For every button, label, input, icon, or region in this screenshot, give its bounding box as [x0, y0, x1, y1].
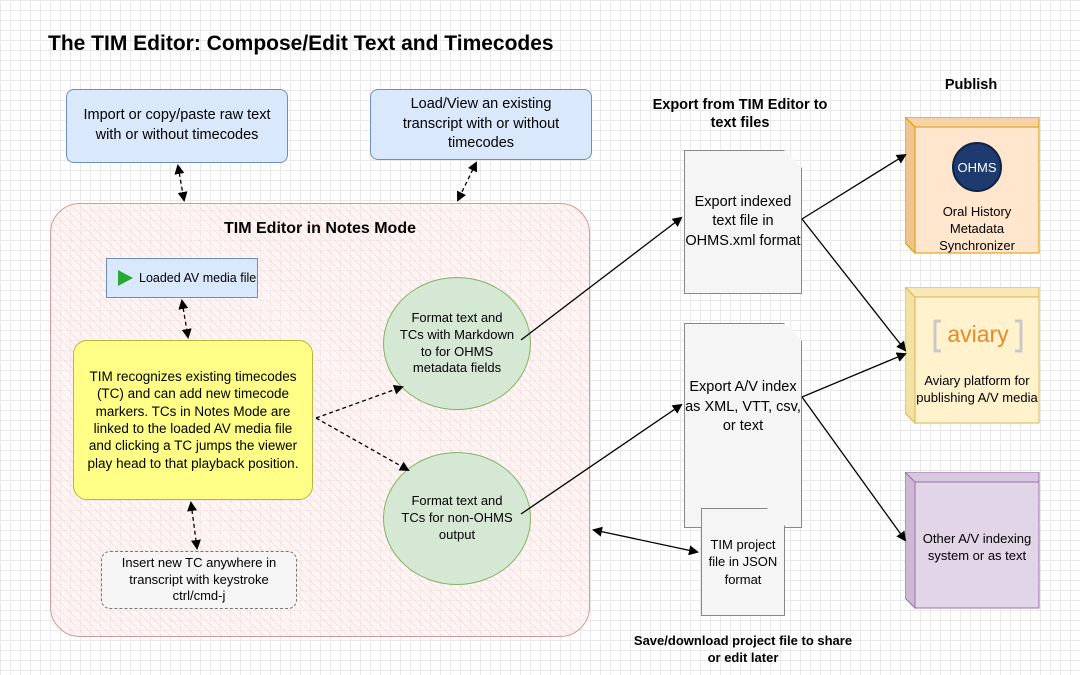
ohms-export-to-aviary-arrow	[801, 218, 907, 352]
tim-to-ohms-format-arrow	[315, 385, 404, 419]
connectors	[174, 153, 907, 556]
av-export-to-other-arrow	[801, 396, 907, 542]
tim-to-insert-arrow	[187, 501, 201, 550]
media-to-tim-arrow	[178, 299, 192, 339]
ohms-export-to-ohms-arrow	[801, 153, 907, 220]
editor-to-project-arrow	[592, 526, 699, 556]
other-format-to-export-arrow	[520, 403, 683, 515]
av-export-to-aviary-arrow	[801, 352, 907, 398]
tim-to-other-format-arrow	[315, 417, 410, 471]
ohms-format-to-export-arrow	[520, 216, 683, 341]
import-to-editor-arrow	[174, 164, 188, 202]
load-to-editor-arrow	[457, 161, 477, 202]
